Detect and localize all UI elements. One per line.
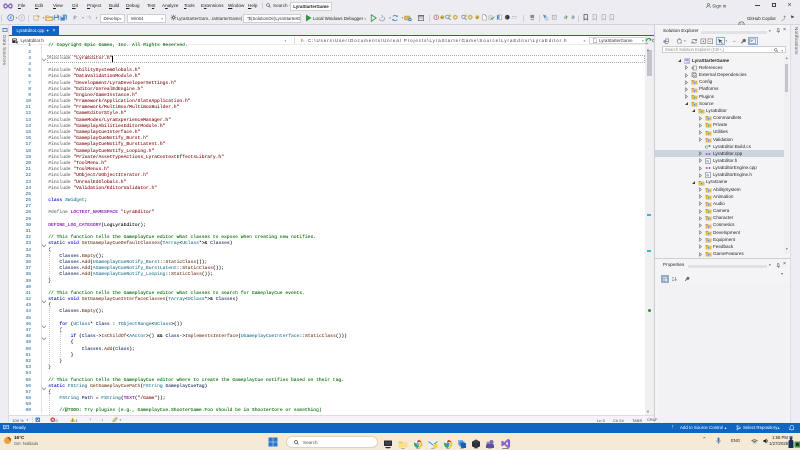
- svg-text:C: C: [705, 144, 709, 149]
